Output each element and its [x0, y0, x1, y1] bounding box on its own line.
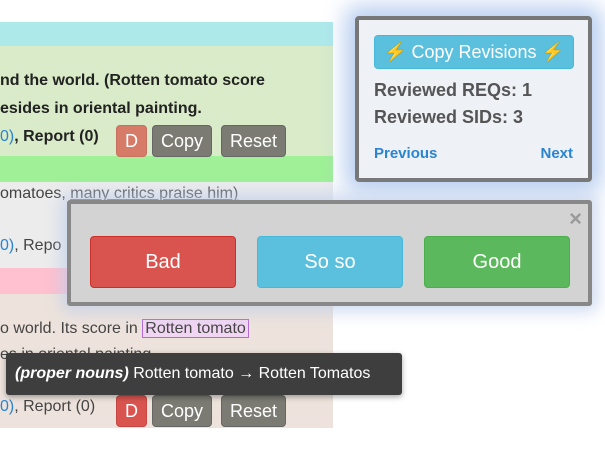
rating-dialog: × Bad So so Good: [67, 200, 592, 306]
close-icon[interactable]: ×: [569, 206, 582, 232]
row3-count-link[interactable]: 0): [0, 398, 14, 415]
row3-d-button[interactable]: D: [116, 395, 147, 427]
reviewed-sids: Reviewed SIDs: 3: [374, 107, 524, 127]
copy-revisions-button[interactable]: ⚡ Copy Revisions ⚡: [374, 35, 574, 69]
row1-meta: 0), Report (0): [0, 128, 99, 146]
row1-copy-button[interactable]: Copy: [152, 125, 212, 157]
highlighted-term[interactable]: Rotten tomato: [142, 319, 249, 338]
beige-sentence-prefix: o world. Its score in: [0, 320, 143, 337]
reviewed-reqs: Reviewed REQs: 1: [374, 80, 533, 100]
correction-tooltip: (proper nouns) Rotten tomato → Rotten To…: [6, 353, 402, 395]
row1-d-button[interactable]: D: [116, 125, 147, 157]
sentence-line-1: nd the world. (Rotten tomato score: [0, 72, 265, 89]
row3-meta: 0), Report (0): [0, 398, 95, 416]
sentence-line-2: esides in oriental painting.: [0, 100, 202, 117]
row1-reset-button[interactable]: Reset: [221, 125, 286, 157]
previous-link[interactable]: Previous: [374, 145, 437, 162]
tooltip-change: Rotten tomato → Rotten Tomatos: [133, 365, 371, 382]
row2-report[interactable]: , Repo: [14, 237, 61, 254]
row3-report[interactable]: , Report (0): [14, 398, 95, 415]
row3-copy-button[interactable]: Copy: [152, 395, 212, 427]
so-so-button[interactable]: So so: [257, 236, 403, 288]
revisions-panel: ⚡ Copy Revisions ⚡ Reviewed REQs: 1 Revi…: [355, 16, 592, 182]
next-link[interactable]: Next: [540, 145, 573, 162]
beige-sentence: o world. Its score in Rotten tomato: [0, 319, 249, 338]
row1-report[interactable]: , Report (0): [14, 128, 98, 145]
row-band-bright-green: [0, 156, 333, 182]
lightning-icon: ⚡: [384, 42, 407, 62]
tooltip-category: (proper nouns): [15, 365, 129, 382]
bad-button[interactable]: Bad: [90, 236, 236, 288]
row2-count-link[interactable]: 0): [0, 237, 14, 254]
grey-sentence-prefix: omatoes,: [0, 185, 71, 202]
lightning-icon: ⚡: [541, 42, 564, 62]
row1-count-link[interactable]: 0): [0, 128, 14, 145]
good-button[interactable]: Good: [424, 236, 570, 288]
copy-revisions-label: Copy Revisions: [411, 42, 537, 62]
row-band-cyan: [0, 22, 333, 46]
row3-reset-button[interactable]: Reset: [221, 395, 286, 427]
row2-meta: 0), Repo: [0, 237, 61, 255]
